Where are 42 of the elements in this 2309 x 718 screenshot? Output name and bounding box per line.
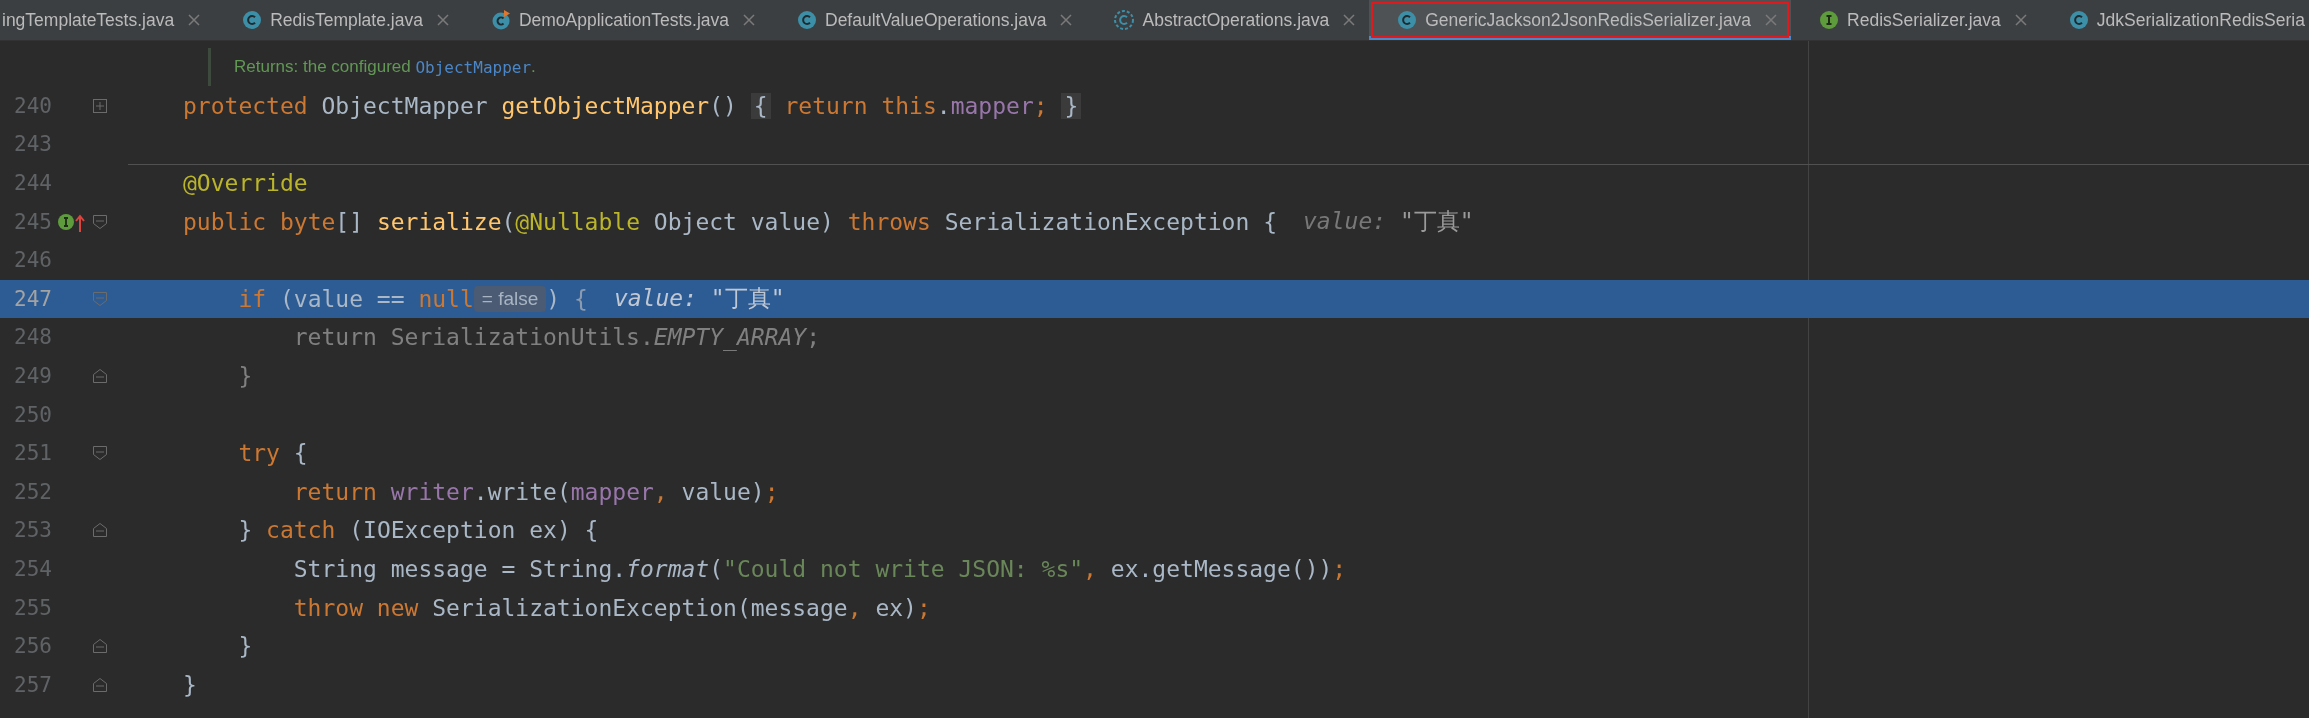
editor-tab[interactable]: RedisSerializer.java	[1791, 0, 2041, 40]
code-text: ) {	[546, 285, 588, 312]
line-number: 243	[13, 132, 52, 157]
code-text: public byte[] serialize(@Nullable Object value) throws SerializationException {	[183, 208, 1277, 235]
line-number: 240	[13, 93, 52, 118]
line-number: 256	[13, 634, 52, 659]
line-number: 246	[13, 248, 52, 273]
editor-tab[interactable]: DefaultValueOperations.java	[769, 0, 1087, 40]
code-text: }	[183, 671, 197, 698]
code-text: protected ObjectMapper getObjectMapper() { return this.mapper; }	[183, 92, 1082, 119]
editor-tab[interactable]: ingTemplateTests.java	[0, 0, 215, 40]
line-number: 252	[13, 479, 52, 504]
code-text: @Override	[183, 170, 308, 197]
editor-tab[interactable]: RedisTemplate.java	[214, 0, 463, 40]
code-text: String message = String.format("Could not write JSON: %s", ex.getMessage());	[292, 556, 1347, 582]
doc-comment: Returns: the configured ObjectMapper.	[208, 48, 536, 87]
value-badge: = false	[473, 285, 547, 312]
editor-tab[interactable]: GenericJackson2JsonRedisSerializer.java	[1369, 0, 1792, 40]
editor-tab[interactable]: DemoApplicationTests.java	[462, 0, 769, 40]
line-number: 254	[13, 557, 52, 581]
line-number: 247	[13, 286, 52, 311]
line-number: 244	[13, 171, 52, 196]
line-number: 250	[13, 402, 52, 427]
code-text: return writer.write(mapper, value);	[292, 478, 779, 505]
line-number: 257	[13, 672, 52, 697]
value-hint: value: "丁真"	[613, 284, 785, 314]
code-text: }	[237, 633, 253, 660]
code-text: } catch (IOException ex) {	[237, 517, 599, 544]
line-number: 248	[13, 325, 52, 350]
value-hint: value: "丁真"	[1303, 207, 1474, 237]
code-text: return SerializationUtils.EMPTY_ARRAY;	[292, 324, 820, 351]
line-number: 249	[13, 364, 52, 389]
editor-tab[interactable]: AbstractOperations.java	[1086, 0, 1370, 40]
line-number: 251	[13, 441, 52, 466]
code-text: if (value == null	[237, 285, 474, 312]
line-number: 245	[13, 209, 52, 234]
editor-tab[interactable]: JdkSerializationRedisSeria	[2040, 0, 2309, 40]
code-text: throw new SerializationException(message, ex);	[292, 594, 931, 621]
code-text: }	[237, 363, 253, 390]
line-number: 255	[13, 595, 52, 620]
code-text: try {	[237, 440, 308, 467]
line-number: 253	[13, 518, 52, 543]
